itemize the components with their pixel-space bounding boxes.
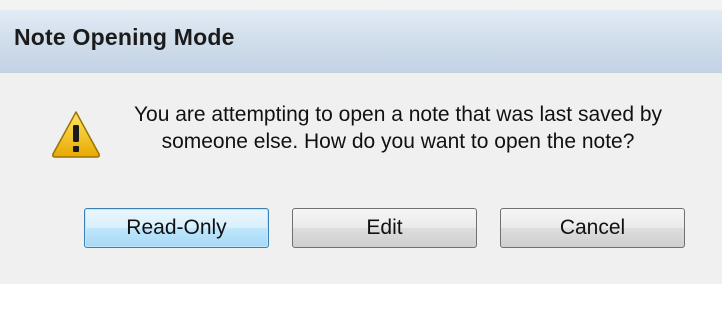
dialog-title: Note Opening Mode xyxy=(14,24,235,50)
edit-button[interactable]: Edit xyxy=(292,208,477,248)
dialog-body: You are attempting to open a note that w… xyxy=(0,73,728,309)
title-bar[interactable]: Note Opening Mode xyxy=(0,10,728,73)
read-only-button[interactable]: Read-Only xyxy=(84,208,269,248)
window-right-edge xyxy=(722,0,728,309)
window-bottom-edge xyxy=(0,284,728,309)
message-line-1: You are attempting to open a note that w… xyxy=(133,103,663,126)
cancel-button[interactable]: Cancel xyxy=(500,208,685,248)
message-line-2: someone else. How do you want to open th… xyxy=(161,130,635,153)
window-top-strip xyxy=(0,0,728,10)
dialog-message: You are attempting to open a note that w… xyxy=(118,101,678,155)
warning-icon xyxy=(50,109,102,159)
note-opening-mode-dialog: Note Opening Mode You are attempting to … xyxy=(0,0,728,309)
